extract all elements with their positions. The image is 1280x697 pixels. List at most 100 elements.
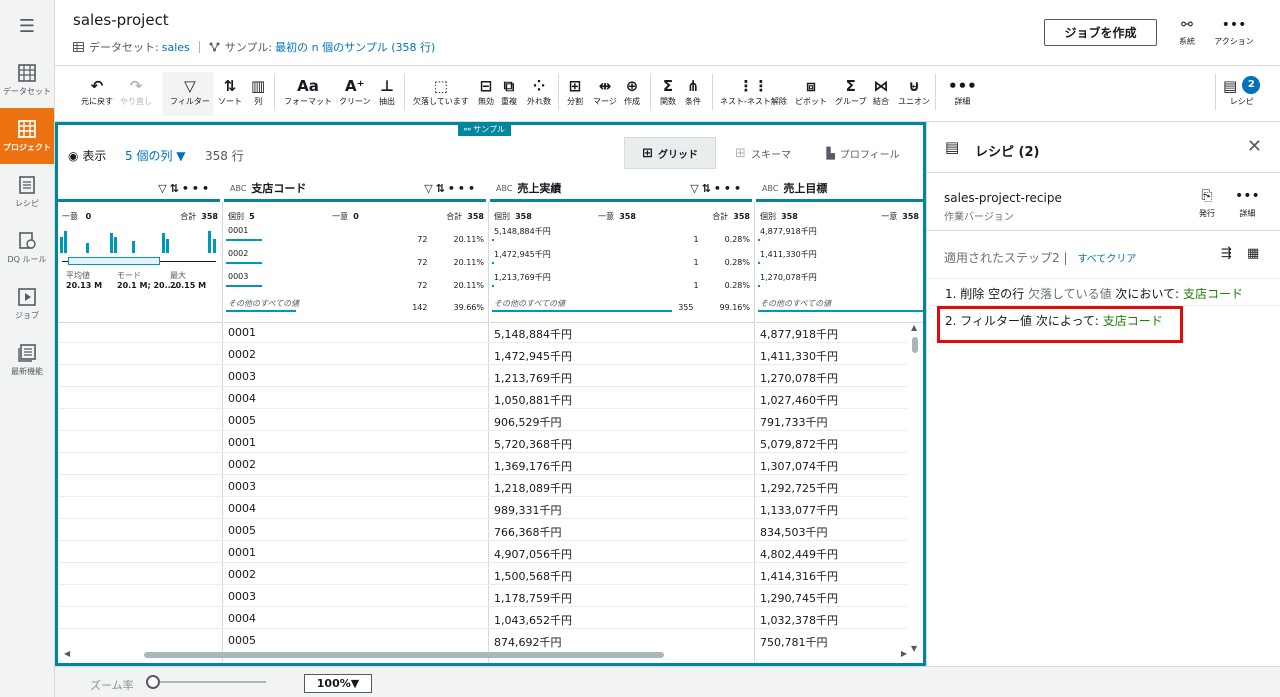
column-header-sales-actual[interactable]: ABC 売上実績 ▽⇅•••: [490, 177, 752, 202]
create-job-button[interactable]: ジョブを作成: [1044, 19, 1157, 46]
table-row[interactable]: 0002 1,472,945千円 1,411,330千円: [58, 343, 907, 365]
actions-button[interactable]: ••• アクション: [1212, 14, 1256, 54]
merge-button[interactable]: ⇹ マージ: [593, 76, 617, 107]
zoom-slider[interactable]: [146, 675, 266, 689]
nav-jobs[interactable]: ジョブ: [0, 276, 54, 332]
table-cell[interactable]: 0002: [228, 458, 256, 471]
table-row[interactable]: 0005 874,692千円 750,781千円: [58, 629, 907, 649]
table-cell[interactable]: 989,331千円: [494, 502, 562, 518]
table-row[interactable]: 0001 5,148,884千円 4,877,918千円: [58, 321, 907, 343]
nav-dq-rules[interactable]: DQ ルール: [0, 220, 54, 276]
create-button[interactable]: ⊕ 作成: [624, 76, 640, 107]
table-cell[interactable]: 1,292,725千円: [760, 480, 838, 496]
table-row[interactable]: 0003 1,213,769千円 1,270,078千円: [58, 365, 907, 387]
horizontal-scrollbar[interactable]: ◀ ▶: [64, 649, 907, 659]
nest-unnest-button[interactable]: ⋮⋮ ネスト-ネスト解除: [720, 76, 787, 107]
extract-button[interactable]: ⊥ 抽出: [379, 76, 395, 107]
tab-profile[interactable]: ▙ プロフィール: [818, 137, 908, 169]
table-cell[interactable]: 1,411,330千円: [760, 348, 838, 364]
nav-projects[interactable]: プロジェクト: [0, 108, 54, 164]
join-button[interactable]: ⋈ 結合: [873, 76, 889, 107]
table-cell[interactable]: 834,503千円: [760, 524, 828, 540]
table-cell[interactable]: 0004: [228, 392, 256, 405]
scroll-up-icon[interactable]: ▲: [911, 323, 917, 332]
table-cell[interactable]: 0004: [228, 502, 256, 515]
table-cell[interactable]: 0002: [228, 568, 256, 581]
details-button[interactable]: ••• 詳細: [948, 76, 977, 107]
table-cell[interactable]: 0004: [228, 612, 256, 625]
table-cell[interactable]: 766,368千円: [494, 524, 562, 540]
table-cell[interactable]: 0003: [228, 370, 256, 383]
recipe-details-button[interactable]: ••• 詳細: [1235, 188, 1260, 219]
duplicate-button[interactable]: ⧉ 重複: [501, 76, 517, 107]
nav-recipes[interactable]: レシピ: [0, 164, 54, 220]
column-controls[interactable]: ▽⇅•••: [158, 182, 212, 195]
tab-schema[interactable]: ⊞ スキーマ: [728, 137, 798, 169]
table-cell[interactable]: 1,218,089千円: [494, 480, 572, 496]
table-cell[interactable]: 5,148,884千円: [494, 326, 572, 342]
table-cell[interactable]: 750,781千円: [760, 634, 828, 649]
missing-button[interactable]: ⬚ 欠落しています: [413, 76, 469, 107]
dataset-link[interactable]: sales: [162, 41, 190, 54]
format-button[interactable]: Aa フォーマット: [284, 76, 332, 107]
hamburger-menu-icon[interactable]: ☰: [0, 0, 54, 52]
sort-button[interactable]: ⇅ ソート: [218, 76, 242, 107]
table-cell[interactable]: 1,043,652千円: [494, 612, 572, 628]
table-cell[interactable]: 0003: [228, 480, 256, 493]
table-cell[interactable]: 874,692千円: [494, 634, 562, 649]
conditions-button[interactable]: ⋔ 条件: [685, 76, 701, 107]
lineage-button[interactable]: ⚯ 系統: [1165, 14, 1209, 54]
table-cell[interactable]: 1,414,316千円: [760, 568, 838, 584]
vertical-scrollbar[interactable]: ▲ ▼: [910, 323, 920, 653]
table-cell[interactable]: 1,213,769千円: [494, 370, 572, 386]
table-row[interactable]: 0002 1,500,568千円 1,414,316千円: [58, 563, 907, 585]
import-step-icon[interactable]: ⇶: [1221, 246, 1232, 261]
nav-datasets[interactable]: データセット: [0, 52, 54, 108]
redo-button[interactable]: ↷ やり直し: [120, 76, 152, 107]
column-header-branch-code[interactable]: ABC 支店コード ▽⇅•••: [224, 177, 486, 202]
nav-whats-new[interactable]: 最新機能: [0, 332, 54, 388]
scroll-down-icon[interactable]: ▼: [911, 644, 917, 653]
table-cell[interactable]: 5,720,368千円: [494, 436, 572, 452]
table-cell[interactable]: 1,290,745千円: [760, 590, 838, 606]
filter-button[interactable]: ▽ フィルター: [170, 76, 210, 107]
close-icon[interactable]: ✕: [1247, 136, 1262, 157]
scroll-left-icon[interactable]: ◀: [64, 649, 70, 658]
undo-button[interactable]: ↶ 元に戻す: [81, 76, 113, 107]
recipe-toggle-button[interactable]: ▤ 2 レシピ: [1223, 76, 1261, 107]
zoom-select[interactable]: 100%▼: [304, 674, 372, 693]
table-cell[interactable]: 791,733千円: [760, 414, 828, 430]
table-cell[interactable]: 1,472,945千円: [494, 348, 572, 364]
table-cell[interactable]: 1,270,078千円: [760, 370, 838, 386]
table-cell[interactable]: 0005: [228, 634, 256, 647]
column-controls[interactable]: ▽⇅•••: [424, 182, 478, 195]
table-cell[interactable]: 906,529千円: [494, 414, 562, 430]
table-cell[interactable]: 0003: [228, 590, 256, 603]
table-cell[interactable]: 1,369,176千円: [494, 458, 572, 474]
union-button[interactable]: ⊌ ユニオン: [898, 76, 930, 107]
table-row[interactable]: 0004 1,050,881千円 1,027,460千円: [58, 387, 907, 409]
table-row[interactable]: 0001 4,907,056千円 4,802,449千円: [58, 541, 907, 563]
table-cell[interactable]: 4,802,449千円: [760, 546, 838, 562]
table-cell[interactable]: 1,178,759千円: [494, 590, 572, 606]
table-cell[interactable]: 5,079,872千円: [760, 436, 838, 452]
split-button[interactable]: ⊞ 分割: [567, 76, 583, 107]
table-cell[interactable]: 1,500,568千円: [494, 568, 572, 584]
zoom-slider-knob[interactable]: [146, 675, 160, 689]
column-count-dropdown[interactable]: 5 個の列 ▼: [125, 147, 186, 164]
table-cell[interactable]: 0005: [228, 524, 256, 537]
view-toggle[interactable]: ◉ 表示: [68, 147, 106, 164]
table-cell[interactable]: 1,032,378千円: [760, 612, 838, 628]
outlier-button[interactable]: ⁘ 外れ数: [527, 76, 551, 107]
table-row[interactable]: 0004 1,043,652千円 1,032,378千円: [58, 607, 907, 629]
invalid-button[interactable]: ⊟ 無効: [478, 76, 494, 107]
scroll-thumb[interactable]: [144, 652, 664, 658]
table-cell[interactable]: 4,877,918千円: [760, 326, 838, 342]
sample-link[interactable]: 最初の n 個のサンプル (358 行): [275, 39, 435, 55]
table-cell[interactable]: 1,050,881千円: [494, 392, 572, 408]
table-row[interactable]: 0003 1,218,089千円 1,292,725千円: [58, 475, 907, 497]
table-cell[interactable]: 1,027,460千円: [760, 392, 838, 408]
table-cell[interactable]: 0005: [228, 414, 256, 427]
column-header-sales-target[interactable]: ABC 売上目標: [756, 177, 923, 202]
table-row[interactable]: 0005 766,368千円 834,503千円: [58, 519, 907, 541]
